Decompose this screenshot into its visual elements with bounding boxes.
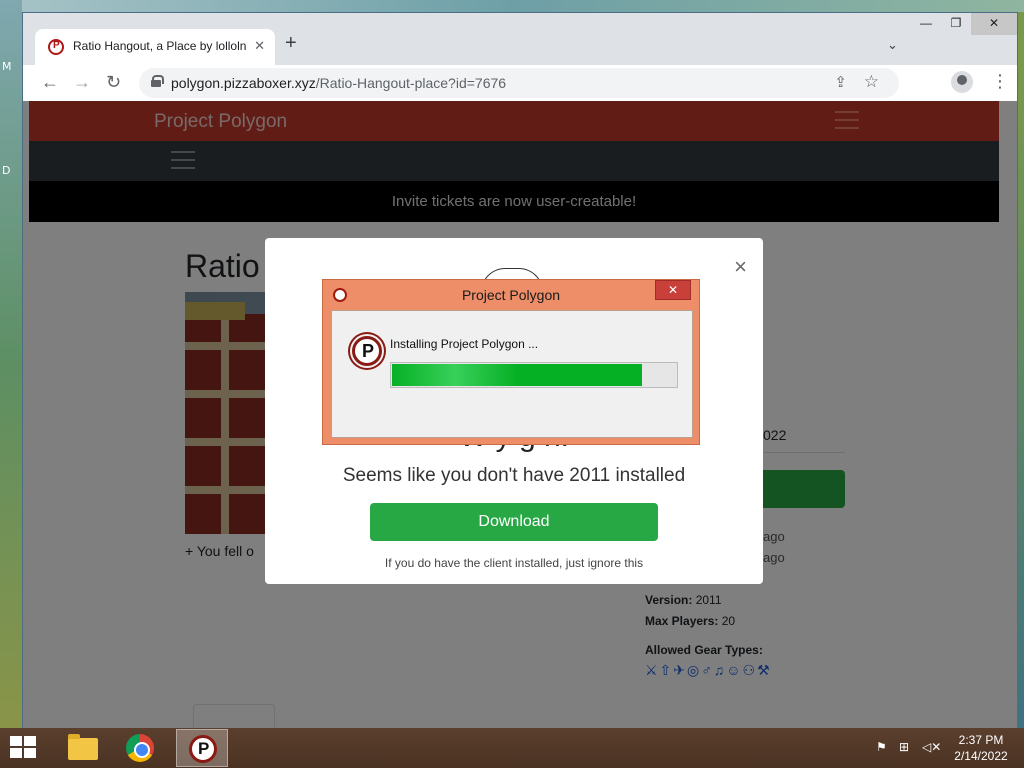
file-explorer-button[interactable] — [56, 729, 108, 767]
tab-title: Ratio Hangout, a Place by lolloln — [73, 39, 247, 53]
browser-toolbar: ← → ↻ polygon.pizzaboxer.xyz/Ratio-Hango… — [23, 65, 1017, 101]
maximize-button[interactable]: ❐ — [941, 13, 971, 35]
forward-button[interactable]: → — [73, 72, 91, 92]
desktop-wallpaper-left: M D — [0, 0, 22, 728]
network-icon[interactable]: ⊞ — [899, 740, 909, 754]
desktop-wallpaper-top — [0, 0, 1024, 12]
download-button[interactable]: Download — [370, 503, 658, 541]
folder-icon — [68, 734, 98, 760]
volume-icon[interactable]: ◁✕ — [922, 740, 941, 754]
install-progress-bar — [390, 362, 678, 388]
installer-body: Installing Project Polygon ... — [331, 310, 693, 438]
address-bar[interactable]: polygon.pizzaboxer.xyz/Ratio-Hangout-pla… — [139, 68, 899, 98]
polygon-icon — [189, 735, 217, 763]
install-progress-fill — [392, 364, 642, 386]
tab-strip: Ratio Hangout, a Place by lolloln ✕ + ⌄ … — [23, 13, 1017, 65]
browser-menu-button[interactable]: ⋮ — [991, 71, 1009, 91]
browser-tab[interactable]: Ratio Hangout, a Place by lolloln ✕ — [35, 29, 275, 65]
reload-button[interactable]: ↻ — [106, 72, 121, 92]
new-tab-button[interactable]: + — [285, 33, 297, 53]
polygon-logo-icon — [352, 336, 382, 366]
clock-time: 2:37 PM — [958, 733, 1004, 747]
desktop-label[interactable]: M — [2, 60, 12, 73]
minimize-button[interactable]: — — [911, 13, 941, 35]
tab-close-button[interactable]: ✕ — [254, 38, 265, 54]
flag-icon[interactable]: ⚑ — [876, 740, 887, 754]
share-icon[interactable]: ⇪ — [834, 73, 847, 91]
profile-avatar[interactable] — [951, 71, 973, 93]
windows-start-icon[interactable] — [10, 736, 38, 760]
chrome-taskbar-button[interactable] — [114, 729, 166, 767]
modal-ignore-note: If you do have the client installed, jus… — [384, 556, 644, 570]
system-clock[interactable]: 2:37 PM 2/14/2022 — [946, 732, 1016, 764]
desktop-label[interactable]: D — [2, 164, 10, 177]
close-window-button[interactable]: ✕ — [971, 13, 1017, 35]
installer-dialog: Project Polygon ✕ Installing Project Pol… — [322, 279, 700, 445]
window-controls: — ❐ ✕ — [911, 13, 1017, 35]
favicon-icon — [48, 39, 64, 55]
modal-subtitle: Seems like you don't have 2011 installed — [342, 465, 686, 486]
url-text[interactable]: polygon.pizzaboxer.xyz/Ratio-Hangout-pla… — [171, 75, 506, 91]
installer-close-button[interactable]: ✕ — [655, 280, 691, 300]
lock-icon[interactable] — [151, 75, 164, 87]
installer-title: Project Polygon — [461, 287, 561, 303]
url-host: polygon.pizzaboxer.xyz — [171, 75, 316, 91]
bookmark-star-icon[interactable]: ☆ — [864, 72, 879, 92]
tab-search-button[interactable]: ⌄ — [887, 37, 898, 53]
polygon-taskbar-button[interactable] — [176, 729, 228, 767]
modal-close-button[interactable]: × — [734, 256, 747, 278]
clock-date: 2/14/2022 — [954, 749, 1008, 763]
back-button[interactable]: ← — [41, 72, 59, 92]
installer-message: Installing Project Polygon ... — [390, 337, 539, 351]
taskbar: ⚑ ⊞ ◁✕ 2:37 PM 2/14/2022 — [0, 728, 1024, 768]
chrome-icon — [126, 734, 154, 762]
url-path: /Ratio-Hangout-place?id=7676 — [315, 75, 507, 91]
